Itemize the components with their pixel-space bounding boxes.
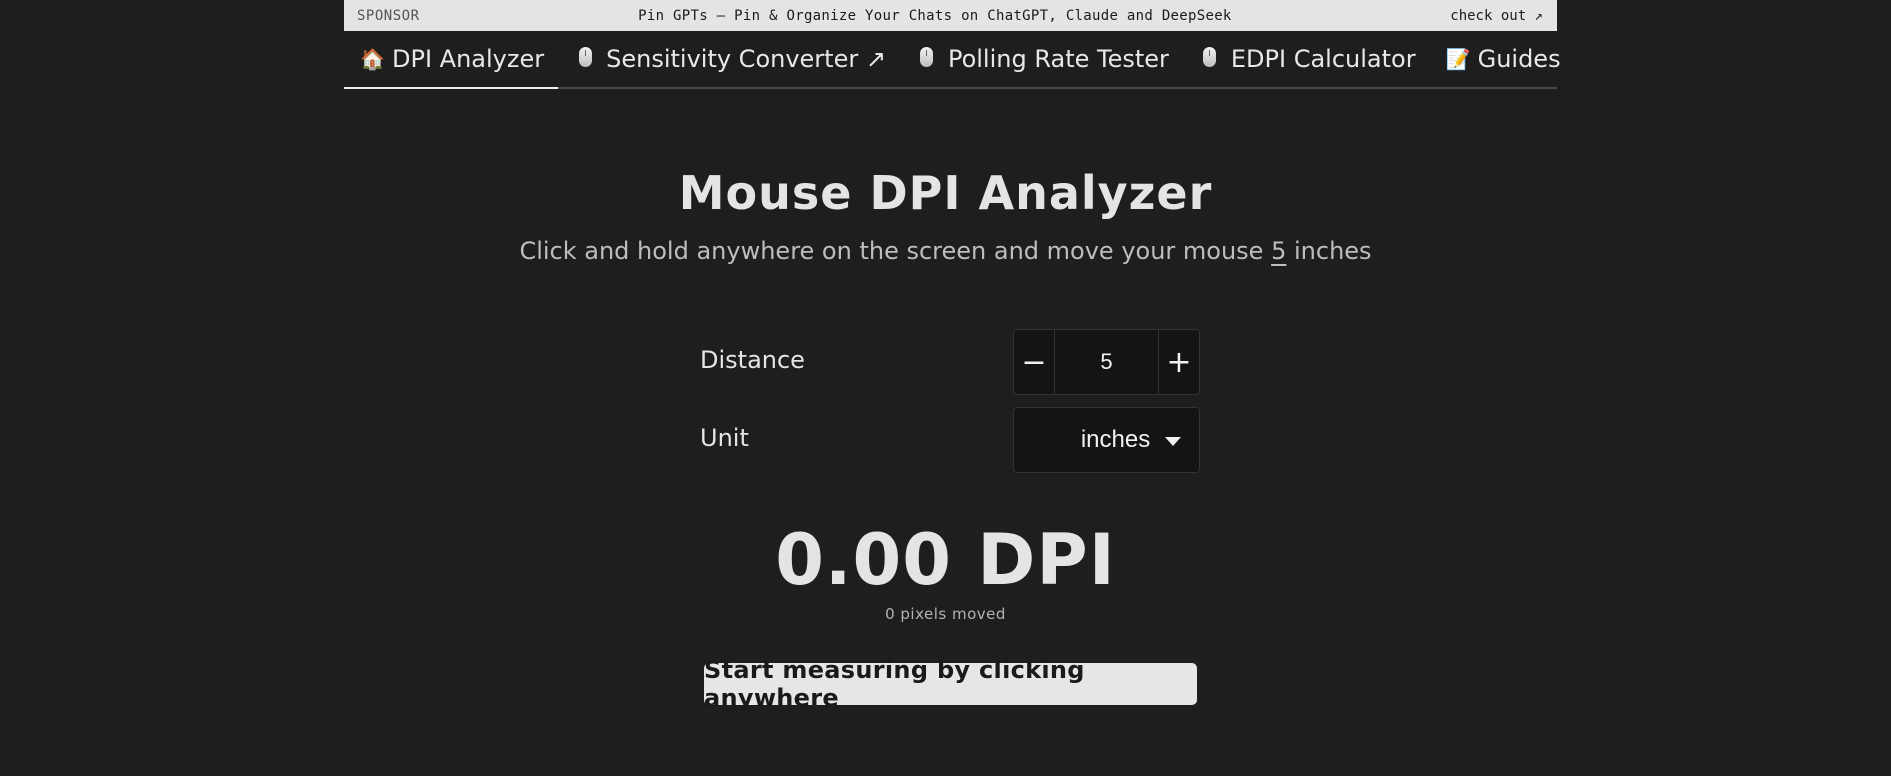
page: SPONSOR Pin GPTs — Pin & Organize Your C… — [0, 0, 1891, 776]
sponsor-text[interactable]: Pin GPTs — Pin & Organize Your Chats on … — [638, 8, 1232, 24]
house-icon: 🏠 — [360, 47, 385, 71]
increment-button[interactable]: + — [1158, 330, 1199, 394]
instructions-text: Click and hold anywhere on the screen an… — [0, 237, 1891, 265]
tab-label: Polling Rate Tester — [947, 45, 1169, 73]
instructions-before: Click and hold anywhere on the screen an… — [519, 237, 1272, 265]
distance-input[interactable] — [1055, 330, 1158, 394]
tab-label: DPI Analyzer — [392, 45, 545, 73]
page-title: Mouse DPI Analyzer — [678, 166, 1213, 220]
sponsor-check-out-link[interactable]: check out ↗ — [1450, 8, 1543, 24]
unit-label: Unit — [700, 424, 749, 452]
decrement-button[interactable]: − — [1014, 330, 1055, 394]
instructions-distance: 5 — [1271, 237, 1287, 265]
tab-label: Sensitivity Converter ↗ — [606, 45, 886, 73]
dpi-result: 0.00 DPI — [775, 519, 1116, 601]
start-measuring-button[interactable]: Start measuring by clicking anywhere — [704, 656, 1197, 712]
sponsor-label: SPONSOR — [357, 7, 420, 24]
sponsor-bar[interactable]: SPONSOR Pin GPTs — Pin & Organize Your C… — [344, 0, 1557, 31]
unit-select[interactable]: inches — [1013, 407, 1200, 473]
chevron-down-icon — [1165, 437, 1181, 446]
instructions-after: inches — [1286, 237, 1372, 265]
tab-sensitivity-converter[interactable]: Sensitivity Converter ↗ — [558, 31, 900, 87]
tab-polling-rate-tester[interactable]: Polling Rate Tester — [900, 31, 1183, 87]
tab-dpi-analyzer[interactable]: 🏠 DPI Analyzer — [344, 31, 559, 89]
distance-stepper: − + — [1013, 329, 1200, 395]
pixels-moved-text: 0 pixels moved — [885, 605, 1006, 623]
main-nav: 🏠 DPI Analyzer Sensitivity Converter ↗ P… — [344, 31, 1561, 89]
tab-guides[interactable]: 📝 Guides — [1430, 31, 1575, 87]
distance-label: Distance — [700, 346, 805, 374]
mouse-icon — [574, 46, 596, 72]
mouse-icon — [916, 46, 938, 72]
unit-selected-value: inches — [1080, 426, 1151, 453]
tab-edpi-calculator[interactable]: EDPI Calculator — [1183, 31, 1430, 87]
tab-label: EDPI Calculator — [1230, 45, 1416, 73]
mouse-icon — [1199, 46, 1221, 72]
memo-icon: 📝 — [1445, 47, 1471, 71]
tab-label: Guides — [1477, 45, 1561, 73]
